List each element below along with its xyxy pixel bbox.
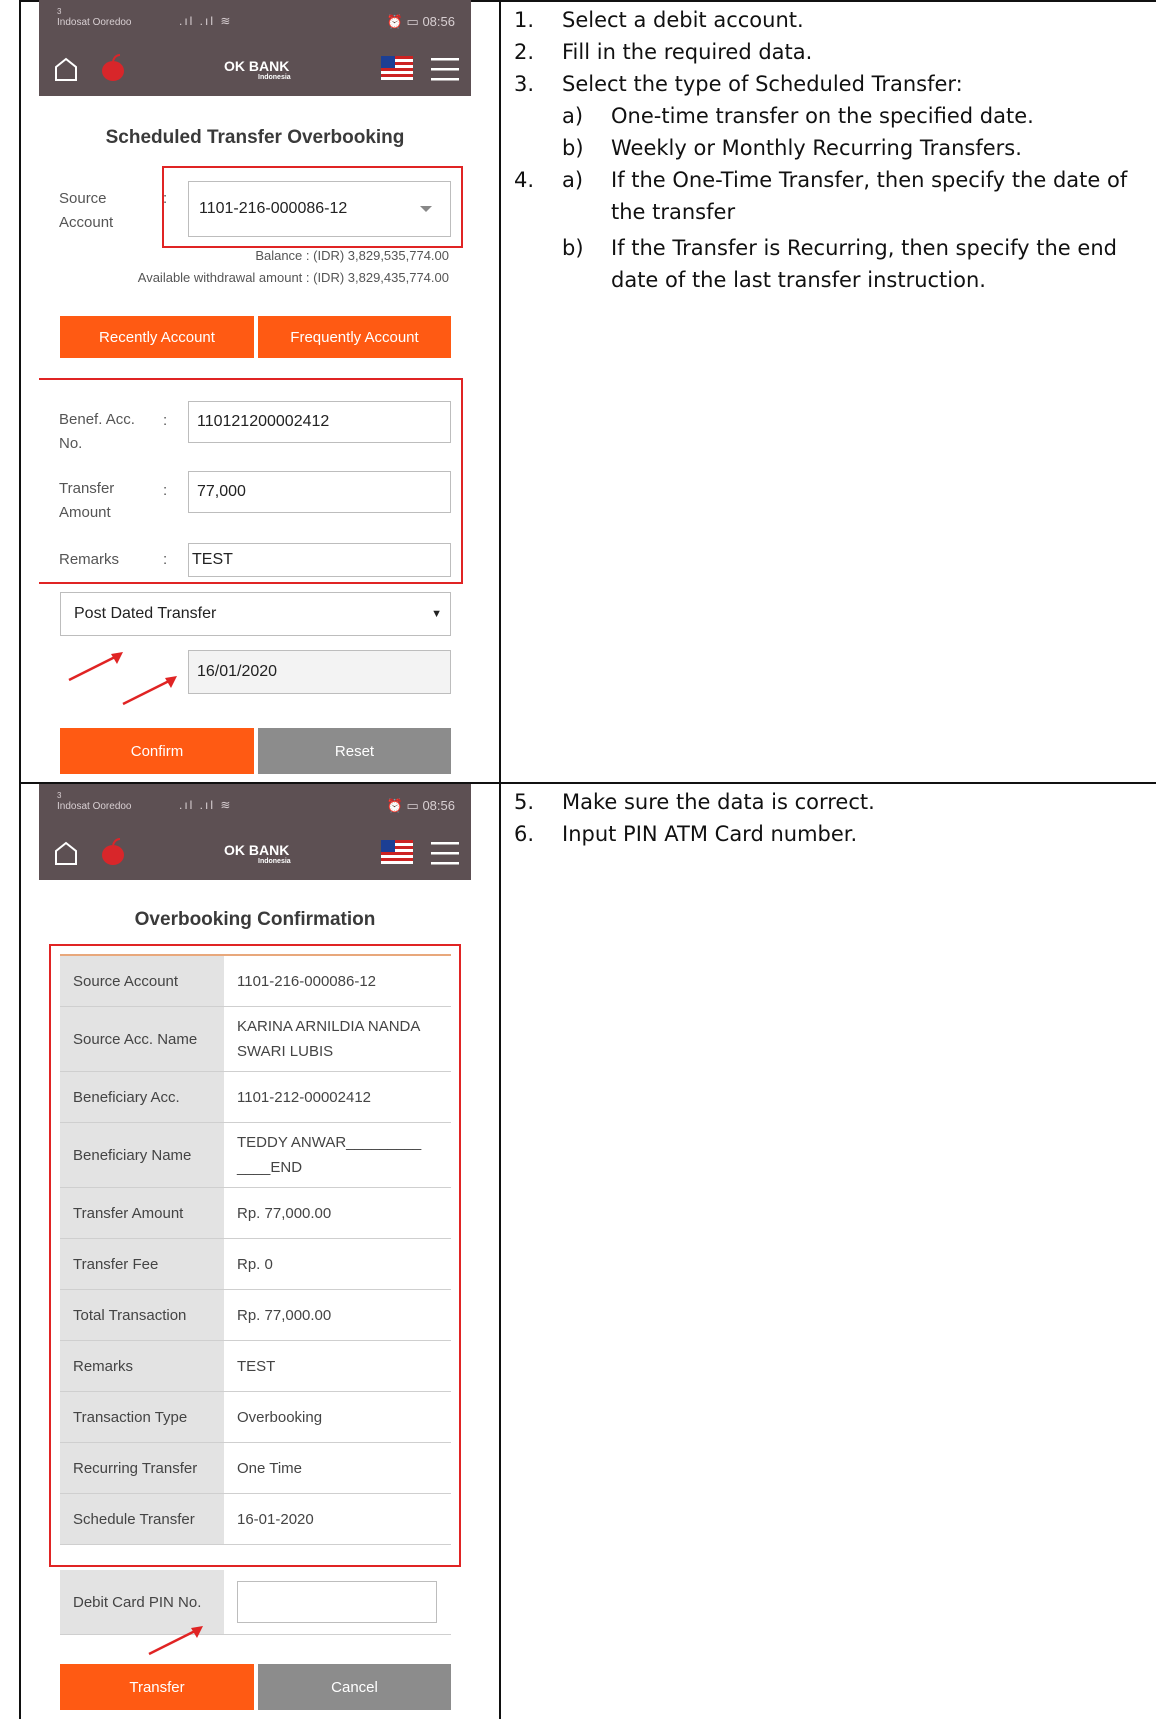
source-account-label: Source Account [59,190,114,231]
status-clock: ⏰ ▭ 08:56 [386,798,455,813]
signal-icon: .ıl .ıl ≋ [179,14,233,28]
pin-input[interactable] [237,1581,437,1623]
reset-button[interactable]: Reset [258,728,451,774]
red-arrow-icon [148,1626,203,1656]
highlight-transfer-fields [39,378,463,584]
balance-text: Balance : (IDR) 3,829,535,774.00 [255,248,449,263]
instruction-text: If the Transfer is Recurring, then speci… [611,236,1117,260]
instruction-text: One-time transfer on the specified date. [611,104,1034,128]
signal-icon: .ıl .ıl ≋ [179,798,233,812]
app-bar: OK BANK Indonesia [39,42,471,96]
status-clock: ⏰ ▭ 08:56 [386,14,455,29]
home-icon[interactable] [53,840,79,866]
frequently-account-button[interactable]: Frequently Account [258,316,451,358]
red-arrow-icon [122,676,177,706]
us-flag-icon[interactable] [381,56,413,80]
apple-icon [102,54,124,81]
list-marker: 4. [514,168,535,192]
screenshot-overbooking-confirmation: 3 Indosat Ooredoo .ıl .ıl ≋ ⏰ ▭ 08:56 OK… [39,784,471,1719]
page-title: Overbooking Confirmation [134,909,376,930]
status-time: 08:56 [422,14,455,29]
cancel-button[interactable]: Cancel [258,1664,451,1710]
highlight-confirmation-table [49,944,461,1567]
home-icon[interactable] [53,56,79,82]
transfer-type-select[interactable]: Post Dated Transfer ▼ [60,592,451,636]
instruction-text: Weekly or Monthly Recurring Transfers. [611,136,1022,160]
available-amount-text: Available withdrawal amount : (IDR) 3,82… [137,270,449,285]
list-marker: 2. [514,40,535,64]
us-flag-icon[interactable] [381,840,413,864]
transfer-date-input[interactable]: 16/01/2020 [188,650,451,694]
instruction-text: Input PIN ATM Card number. [562,822,858,846]
list-marker: 5. [514,790,535,814]
screenshot-scheduled-transfer: 3 Indosat Ooredoo .ıl .ıl ≋ ⏰ ▭ 08:56 OK… [39,0,471,782]
carrier-label: 3 Indosat Ooredoo [57,791,132,812]
highlight-source-account [162,166,463,248]
instruction-text: Select the type of Scheduled Transfer: [562,72,963,96]
instruction-text: Select a debit account. [562,8,804,32]
status-bar: 3 Indosat Ooredoo .ıl .ıl ≋ ⏰ ▭ 08:56 [39,0,471,42]
status-bar: 3 Indosat Ooredoo .ıl .ıl ≋ ⏰ ▭ 08:56 [39,784,471,826]
instruction-text: Make sure the data is correct. [562,790,875,814]
list-marker: 6. [514,822,535,846]
status-time: 08:56 [422,798,455,813]
recently-account-button[interactable]: Recently Account [60,316,254,358]
list-marker: a) [562,104,584,128]
page-title: Scheduled Transfer Overbooking [105,127,405,148]
instruction-text: If the One-Time Transfer, then specify t… [611,168,1128,192]
instruction-text: Fill in the required data. [562,40,813,64]
transfer-button[interactable]: Transfer [60,1664,254,1710]
list-marker: b) [562,136,584,160]
instruction-text: a) [562,168,584,192]
list-marker: b) [562,236,584,260]
table-border-left [19,0,21,1719]
confirm-button[interactable]: Confirm [60,728,254,774]
dropdown-arrow-icon: ▼ [431,608,442,620]
red-arrow-icon [68,652,123,682]
bank-logo: OK BANK Indonesia [224,58,291,81]
hamburger-menu-icon[interactable] [431,56,459,82]
list-marker: 3. [514,72,535,96]
bank-logo: OK BANK Indonesia [224,842,291,865]
carrier-label: 3 Indosat Ooredoo [57,7,132,28]
instruction-text: the transfer [611,200,736,224]
list-marker: 1. [514,8,535,32]
instruction-text: date of the last transfer instruction. [611,268,986,292]
pin-row: Debit Card PIN No. [60,1570,451,1635]
hamburger-menu-icon[interactable] [431,840,459,866]
table-border-middle [499,0,501,1719]
apple-icon [102,838,124,865]
app-bar: OK BANK Indonesia [39,826,471,880]
